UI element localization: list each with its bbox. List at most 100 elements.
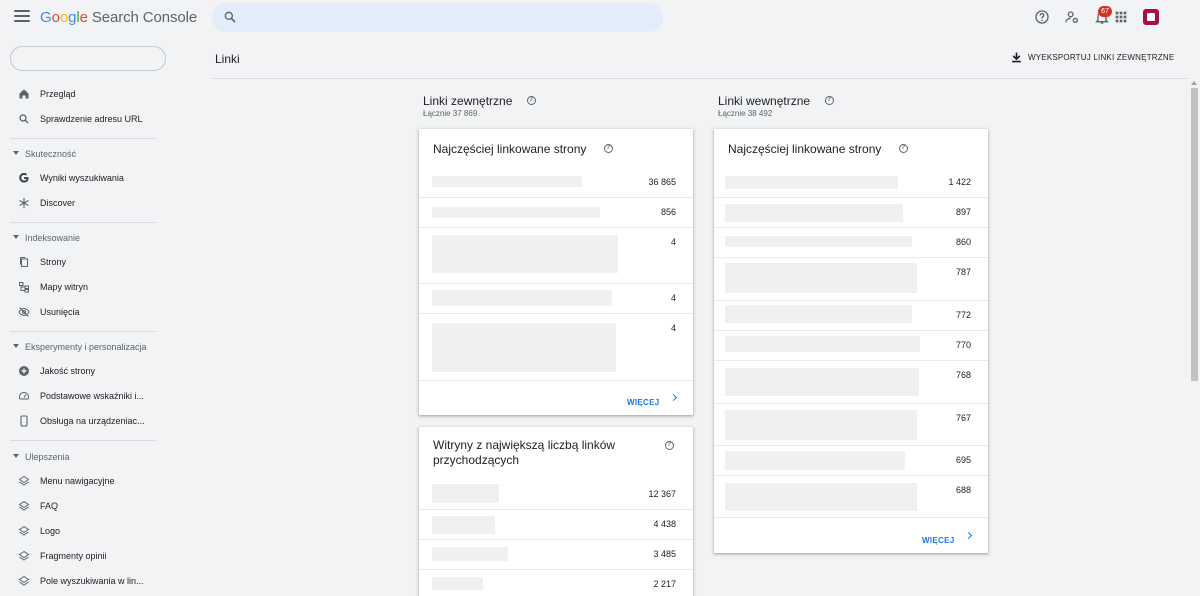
sidebar-item-sitemaps[interactable]: Mapy witryn xyxy=(0,275,165,300)
help-icon[interactable] xyxy=(899,144,908,153)
site-placeholder xyxy=(432,547,508,561)
scroll-up-arrow-icon[interactable] xyxy=(1191,81,1197,85)
search-icon xyxy=(19,114,29,124)
site-placeholder xyxy=(432,484,499,503)
section-enhancements[interactable]: Ulepszenia xyxy=(0,447,165,467)
table-row[interactable]: 772 xyxy=(714,301,988,331)
table-row[interactable]: 1 422 xyxy=(714,168,988,198)
product-name: Search Console xyxy=(91,9,198,26)
main-menu-icon[interactable] xyxy=(14,10,30,24)
sidebar-item-label: Wyniki wyszukiwania xyxy=(40,173,124,183)
table-row[interactable]: 695 xyxy=(714,446,988,476)
sidebar-item-label: Discover xyxy=(40,198,76,208)
link-count: 897 xyxy=(955,207,971,217)
table-row[interactable]: 768 xyxy=(714,361,988,404)
url-placeholder xyxy=(725,204,903,222)
table-row[interactable]: 897 xyxy=(714,198,988,228)
caret-down-icon xyxy=(13,235,19,239)
sidebar-item-faq[interactable]: FAQ xyxy=(0,494,165,519)
logo-letter: G xyxy=(40,9,52,26)
section-indexing[interactable]: Indeksowanie xyxy=(0,228,165,248)
url-placeholder xyxy=(725,368,919,396)
divider xyxy=(10,222,157,223)
sidebar-item-search-results[interactable]: Wyniki wyszukiwania xyxy=(0,166,165,191)
table-row[interactable]: 4 xyxy=(419,228,693,284)
help-icon[interactable] xyxy=(825,96,834,105)
url-placeholder xyxy=(725,305,912,323)
table-row[interactable]: 3 485 xyxy=(419,540,693,570)
card-title: Najczęściej linkowane strony xyxy=(728,142,882,156)
table-row[interactable]: 856 xyxy=(419,198,693,228)
table-row[interactable]: 688 xyxy=(714,476,988,518)
url-placeholder xyxy=(725,263,917,293)
manage-users-icon[interactable] xyxy=(1064,9,1080,25)
more-button[interactable]: WIĘCEJ xyxy=(627,392,687,408)
search-input[interactable] xyxy=(248,7,648,28)
link-count: 688 xyxy=(955,485,971,495)
sidebar-item-sitelinks-searchbox[interactable]: Pole wyszukiwania w lin... xyxy=(0,569,165,594)
sidebar-item-overview[interactable]: Przegląd xyxy=(0,82,165,107)
link-count: 4 438 xyxy=(653,519,676,529)
internal-links-total: Łącznie 38 492 xyxy=(718,109,773,118)
logo-letter: o xyxy=(59,9,69,26)
layers-icon xyxy=(18,550,30,561)
property-selector[interactable] xyxy=(10,46,166,71)
help-icon[interactable] xyxy=(527,96,536,105)
sidebar-item-pages[interactable]: Strony xyxy=(0,250,165,275)
account-avatar[interactable] xyxy=(1143,9,1159,25)
section-performance[interactable]: Skuteczność xyxy=(0,144,165,164)
sidebar-item-discover[interactable]: Discover xyxy=(0,191,165,216)
search-console-logo[interactable]: Google Search Console xyxy=(40,9,197,26)
table-row[interactable]: 2 217 xyxy=(419,570,693,596)
url-placeholder xyxy=(432,235,618,273)
url-placeholder xyxy=(725,336,920,352)
table-row[interactable]: 4 xyxy=(419,284,693,314)
link-count: 787 xyxy=(955,267,971,277)
more-button[interactable]: WIĘCEJ xyxy=(922,530,982,546)
sidebar-item-core-web-vitals[interactable]: Podstawowe wskaźniki i... xyxy=(0,384,165,409)
link-count: 767 xyxy=(955,413,971,423)
search-bar[interactable] xyxy=(212,3,663,32)
url-placeholder xyxy=(725,451,905,470)
apps-grid-icon[interactable] xyxy=(1113,9,1129,25)
sidebar-item-label: Sprawdzenie adresu URL xyxy=(40,114,143,124)
sidebar-item-logo[interactable]: Logo xyxy=(0,519,165,544)
internal-top-pages-card: Najczęściej linkowane strony 1 422 897 8… xyxy=(714,129,988,553)
section-title: Indeksowanie xyxy=(25,233,81,243)
sidebar-item-label: Przegląd xyxy=(40,89,76,99)
help-icon[interactable] xyxy=(665,441,674,450)
url-placeholder xyxy=(432,207,600,218)
sidebar-item-mobile-usability[interactable]: Obsługa na urządzeniac... xyxy=(0,409,165,434)
sidebar-item-breadcrumbs[interactable]: Menu nawigacyjne xyxy=(0,469,165,494)
url-placeholder xyxy=(432,290,612,306)
table-row[interactable]: 767 xyxy=(714,404,988,446)
help-icon[interactable] xyxy=(1034,9,1050,25)
caret-down-icon xyxy=(13,454,19,458)
table-row[interactable]: 787 xyxy=(714,258,988,301)
sidebar-item-page-experience[interactable]: Jakość strony xyxy=(0,359,165,384)
table-row[interactable]: 36 865 xyxy=(419,168,693,198)
table-row[interactable]: 4 xyxy=(419,314,693,381)
help-icon[interactable] xyxy=(604,144,613,153)
table-row[interactable]: 770 xyxy=(714,331,988,361)
export-button-label: WYEKSPORTUJ LINKI ZEWNĘTRZNE xyxy=(1028,53,1175,62)
sidebar-item-url-inspection[interactable]: Sprawdzenie adresu URL xyxy=(0,107,165,132)
link-count: 2 217 xyxy=(653,579,676,589)
divider xyxy=(10,331,157,332)
table-row[interactable]: 12 367 xyxy=(419,480,693,510)
sidebar-item-label: Logo xyxy=(40,526,61,536)
google-g-icon xyxy=(19,172,29,183)
table-row[interactable]: 860 xyxy=(714,228,988,258)
scrollbar-thumb[interactable] xyxy=(1191,88,1198,381)
section-experience[interactable]: Eksperymenty i personalizacja xyxy=(0,337,165,357)
plus-circle-icon xyxy=(19,366,29,376)
sidebar-item-review-snippets[interactable]: Fragmenty opinii xyxy=(0,544,165,569)
download-icon xyxy=(1012,52,1021,63)
section-title: Ulepszenia xyxy=(25,452,70,462)
asterisk-icon xyxy=(19,197,29,209)
link-count: 856 xyxy=(660,207,676,217)
layers-icon xyxy=(18,525,30,536)
sidebar-item-removals[interactable]: Usunięcia xyxy=(0,300,165,325)
caret-down-icon xyxy=(13,151,19,155)
table-row[interactable]: 4 438 xyxy=(419,510,693,540)
